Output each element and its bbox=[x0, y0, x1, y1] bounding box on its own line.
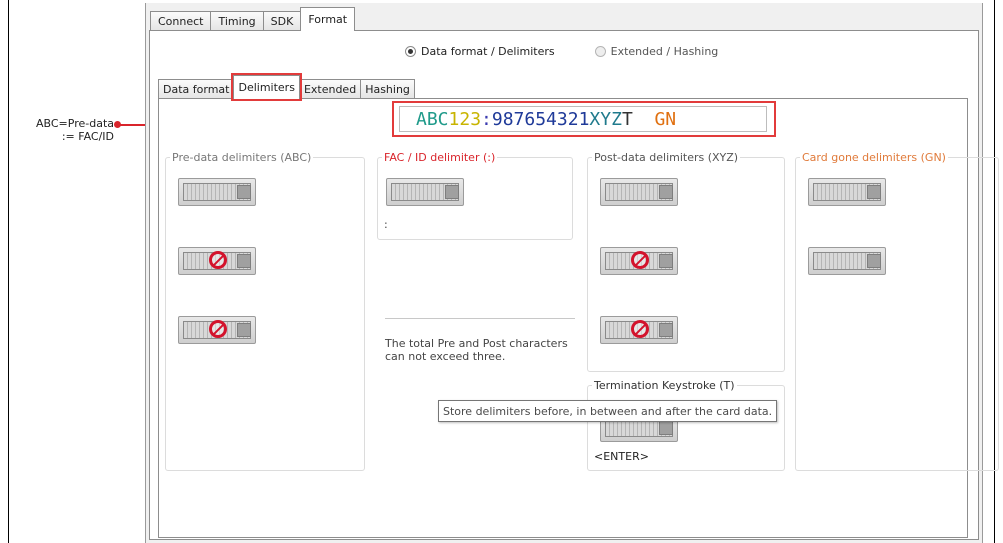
format-preview-segment: : bbox=[481, 108, 492, 130]
group-fac-id: FAC / ID delimiter (:) : bbox=[377, 151, 573, 240]
tab-sdk[interactable]: SDK bbox=[262, 11, 302, 31]
tab-timing[interactable]: Timing bbox=[210, 11, 264, 31]
format-tab-content: Data format / Delimiters Extended / Hash… bbox=[149, 30, 999, 540]
subtab-delimiters[interactable]: Delimiters bbox=[231, 73, 302, 101]
termination-value: <ENTER> bbox=[594, 450, 649, 463]
radio-circle-icon bbox=[405, 46, 416, 57]
keyboard-icon[interactable] bbox=[808, 247, 886, 275]
main-tab-bar: Connect Timing SDK Format bbox=[150, 7, 356, 31]
annotation-line-1: ABC=Pre-data bbox=[35, 117, 114, 130]
keyboard-disabled-icon[interactable] bbox=[178, 247, 256, 275]
format-preview-segment: T bbox=[621, 108, 633, 130]
group-title-pre-data: Pre-data delimiters (ABC) bbox=[170, 151, 314, 164]
radio-circle-icon bbox=[594, 46, 606, 57]
keyboard-disabled-icon[interactable] bbox=[600, 316, 678, 344]
keyboard-disabled-icon[interactable] bbox=[178, 316, 256, 344]
group-title-card-gone: Card gone delimiters (GN) bbox=[800, 151, 948, 164]
format-preview-highlight: ABC 123:987654321 XYZ T GN bbox=[392, 101, 776, 137]
tooltip: Store delimiters before, in between and … bbox=[438, 400, 778, 422]
radio-extended-hashing[interactable]: Extended / Hashing bbox=[594, 45, 719, 58]
format-preview-segment: GN bbox=[632, 108, 677, 130]
annotation-label: ABC=Pre-data := FAC/ID bbox=[14, 117, 114, 143]
format-preview-segment: XYZ bbox=[589, 108, 622, 130]
settings-panel: Connect Timing SDK Format Data format / … bbox=[145, 3, 999, 543]
limit-note-line-2: can not exceed three. bbox=[385, 350, 506, 363]
delimiters-content: ABC 123:987654321 XYZ T GN Pre-data delimit… bbox=[158, 98, 999, 538]
keyboard-icon[interactable] bbox=[178, 178, 256, 206]
format-preview: ABC 123:987654321 XYZ T GN bbox=[399, 106, 767, 132]
format-preview-segment: ABC bbox=[416, 108, 449, 130]
subtab-data-format[interactable]: Data format bbox=[158, 79, 235, 99]
annotation-line-2: := FAC/ID bbox=[61, 130, 114, 143]
subtab-hashing[interactable]: Hashing bbox=[360, 79, 415, 99]
radio-data-format-delimiters[interactable]: Data format / Delimiters bbox=[405, 45, 555, 58]
group-termination: Termination Keystroke (T) <ENTER> bbox=[587, 379, 785, 471]
tab-connect[interactable]: Connect bbox=[150, 11, 212, 31]
keyboard-icon[interactable] bbox=[600, 178, 678, 206]
tab-format[interactable]: Format bbox=[300, 7, 356, 31]
keyboard-icon[interactable] bbox=[386, 178, 464, 206]
keyboard-icon[interactable] bbox=[808, 178, 886, 206]
separator bbox=[385, 318, 575, 319]
group-title-fac-id: FAC / ID delimiter (:) bbox=[382, 151, 498, 164]
format-preview-segment: 987654321 bbox=[491, 108, 590, 130]
radio-label: Data format / Delimiters bbox=[421, 45, 555, 58]
format-mode-radios: Data format / Delimiters Extended / Hash… bbox=[405, 45, 718, 58]
keyboard-disabled-icon[interactable] bbox=[600, 247, 678, 275]
group-post-data: Post-data delimiters (XYZ) bbox=[587, 151, 785, 372]
group-title-termination: Termination Keystroke (T) bbox=[592, 379, 737, 392]
limit-note-line-1: The total Pre and Post characters bbox=[385, 337, 568, 350]
group-title-post-data: Post-data delimiters (XYZ) bbox=[592, 151, 741, 164]
fac-id-value: : bbox=[384, 218, 388, 231]
format-preview-segment: 123 bbox=[448, 108, 482, 130]
sub-tab-bar: Data format Delimiters Extended Hashing bbox=[158, 73, 415, 101]
group-pre-data: Pre-data delimiters (ABC) bbox=[165, 151, 365, 471]
group-card-gone: Card gone delimiters (GN) bbox=[795, 151, 999, 471]
subtab-extended[interactable]: Extended bbox=[298, 79, 362, 99]
limit-note: The total Pre and Post characters can no… bbox=[385, 337, 568, 363]
radio-label: Extended / Hashing bbox=[610, 45, 719, 58]
